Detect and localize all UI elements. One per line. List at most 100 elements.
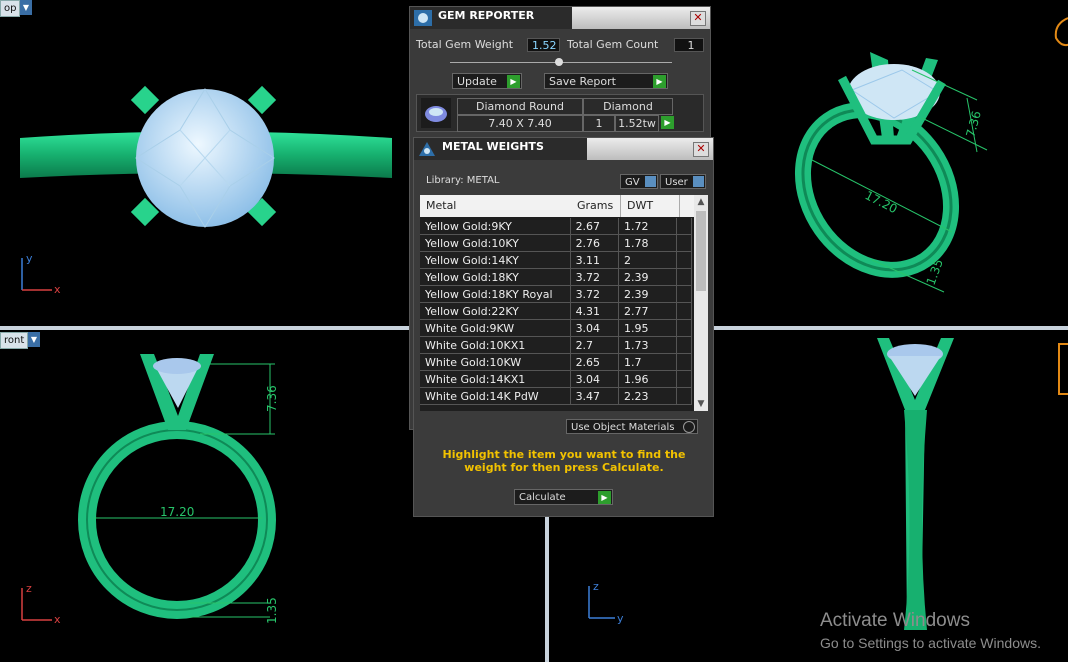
grams-cell: 2.76	[570, 234, 620, 252]
dwt-cell: 2.23	[618, 387, 677, 405]
table-row[interactable]: Yellow Gold:10KY 2.76 1.78	[420, 234, 693, 252]
scroll-thumb[interactable]	[696, 211, 706, 291]
metal-table-scrollbar[interactable]: ▲ ▼	[694, 195, 708, 411]
table-row[interactable]: Yellow Gold:22KY 4.31 2.77	[420, 302, 693, 320]
axis-z-label: z	[26, 582, 32, 595]
user-toggle-label: User	[665, 177, 688, 188]
gem-row-go-icon[interactable]: ▶	[661, 116, 674, 129]
dwt-cell: 2.39	[618, 285, 677, 303]
col-header-grams[interactable]: Grams	[571, 195, 621, 217]
metal-weights-title-tab: METAL WEIGHTS	[414, 138, 587, 160]
table-row[interactable]: Yellow Gold:9KY 2.67 1.72	[420, 218, 693, 235]
viewport-top-label[interactable]: op	[0, 0, 21, 17]
metal-name-cell: Yellow Gold:14KY	[420, 251, 571, 269]
row-spacer-cell	[676, 251, 693, 269]
dwt-cell: 2.77	[618, 302, 677, 320]
scroll-up-icon[interactable]: ▲	[694, 195, 708, 209]
metal-weights-title: METAL WEIGHTS	[442, 140, 544, 153]
use-object-materials-icon	[683, 421, 695, 433]
table-row[interactable]: Yellow Gold:18KY Royal 3.72 2.39	[420, 285, 693, 303]
metal-name-cell: Yellow Gold:18KY	[420, 268, 571, 286]
dim-ring-size-persp: 17.20	[863, 188, 900, 216]
metal-weights-close-button[interactable]: ✕	[693, 142, 709, 157]
metal-table: Metal Grams DWT Yellow Gold:9KY 2.67 1.72 Y…	[420, 195, 708, 411]
total-gem-weight-label: Total Gem Weight	[416, 38, 514, 51]
grams-cell: 2.67	[570, 218, 620, 235]
viewcube-icon[interactable]	[1050, 14, 1068, 54]
gem-reporter-titlebar[interactable]: GEM REPORTER ✕	[410, 7, 710, 29]
save-report-go-icon: ▶	[653, 75, 666, 88]
metal-weights-panel: METAL WEIGHTS ✕ Library: METAL GV User M…	[413, 137, 714, 517]
gem-size: 7.40 X 7.40	[457, 115, 583, 132]
metal-weights-titlebar[interactable]: METAL WEIGHTS ✕	[414, 138, 713, 160]
dim-ring-size-front: 17.20	[160, 505, 194, 519]
dwt-cell: 1.95	[618, 319, 677, 337]
update-button-label: Update	[457, 75, 497, 88]
dim-head-height-persp: 7.36	[963, 109, 983, 138]
scroll-down-icon[interactable]: ▼	[694, 397, 708, 411]
grams-cell: 2.7	[570, 336, 620, 354]
activate-windows-title: Activate Windows	[820, 610, 970, 631]
metal-name-cell: Yellow Gold:18KY Royal	[420, 285, 571, 303]
gem-reporter-slider-handle[interactable]	[555, 58, 563, 66]
col-header-metal[interactable]: Metal	[420, 195, 577, 217]
row-spacer-cell	[676, 353, 693, 371]
activate-windows-subtitle: Go to Settings to activate Windows.	[820, 635, 1041, 651]
update-go-icon: ▶	[507, 75, 520, 88]
table-row[interactable]: Yellow Gold:18KY 3.72 2.39	[420, 268, 693, 286]
diamond-round-icon	[421, 98, 451, 128]
viewport-perspective[interactable]: 7.36 17.20 1.35	[712, 0, 1068, 326]
row-spacer-cell	[676, 234, 693, 252]
grams-cell: 3.04	[570, 319, 620, 337]
viewport-top[interactable]: op ▼ y x	[0, 0, 412, 326]
metal-name-cell: White Gold:10KX1	[420, 336, 571, 354]
user-toggle-icon	[693, 176, 704, 187]
gem-reporter-icon	[414, 10, 432, 26]
gem-reporter-close-button[interactable]: ✕	[690, 11, 706, 26]
grams-cell: 4.31	[570, 302, 620, 320]
axis-y-label-side: y	[617, 612, 624, 625]
calculate-go-icon: ▶	[598, 491, 611, 504]
table-row[interactable]: White Gold:9KW 3.04 1.95	[420, 319, 693, 337]
gem-qty: 1	[583, 115, 615, 132]
metal-name-cell: Yellow Gold:22KY	[420, 302, 571, 320]
dwt-cell: 1.73	[618, 336, 677, 354]
row-spacer-cell	[676, 218, 693, 235]
total-gem-weight-value: 1.52	[527, 38, 560, 52]
row-spacer-cell	[676, 387, 693, 405]
gem-reporter-title: GEM REPORTER	[438, 9, 535, 22]
save-report-button[interactable]: Save Report ▶	[544, 73, 668, 89]
viewport-front-label[interactable]: ront	[0, 332, 29, 349]
metal-weights-icon	[419, 142, 435, 156]
table-row[interactable]: Yellow Gold:14KY 3.11 2	[420, 251, 693, 269]
metal-name-cell: Yellow Gold:10KY	[420, 234, 571, 252]
col-header-dwt[interactable]: DWT	[621, 195, 680, 217]
use-object-materials-toggle[interactable]: Use Object Materials	[566, 419, 698, 434]
axis-gizmo-side: z y	[588, 580, 624, 625]
gem-weight: 1.52tw	[615, 115, 659, 132]
viewcube-side-icon[interactable]	[1057, 342, 1068, 402]
library-label: Library: METAL	[426, 175, 500, 186]
gv-toggle-label: GV	[625, 177, 640, 188]
dwt-cell: 1.72	[618, 218, 677, 235]
row-spacer-cell	[676, 319, 693, 337]
metal-name-cell: White Gold:14KX1	[420, 370, 571, 388]
grams-cell: 3.11	[570, 251, 620, 269]
table-row[interactable]: White Gold:10KW 2.65 1.7	[420, 353, 693, 371]
gem-type: Diamond	[583, 98, 673, 115]
row-spacer-cell	[676, 302, 693, 320]
update-button[interactable]: Update ▶	[452, 73, 522, 89]
dwt-cell: 1.96	[618, 370, 677, 388]
calculate-button[interactable]: Calculate ▶	[514, 489, 613, 505]
gem-row[interactable]: Diamond Round Diamond 7.40 X 7.40 1 1.52…	[416, 94, 704, 132]
gv-toggle-icon	[645, 176, 656, 187]
table-row[interactable]: White Gold:14KX1 3.04 1.96	[420, 370, 693, 388]
viewport-top-dropdown[interactable]: ▼	[20, 0, 32, 15]
table-row[interactable]: White Gold:10KX1 2.7 1.73	[420, 336, 693, 354]
user-toggle[interactable]: User	[660, 174, 706, 189]
gv-toggle[interactable]: GV	[620, 174, 658, 189]
grams-cell: 3.04	[570, 370, 620, 388]
viewport-front-dropdown[interactable]: ▼	[28, 332, 40, 347]
table-row[interactable]: White Gold:14K PdW 3.47 2.23	[420, 387, 693, 405]
dwt-cell: 1.78	[618, 234, 677, 252]
